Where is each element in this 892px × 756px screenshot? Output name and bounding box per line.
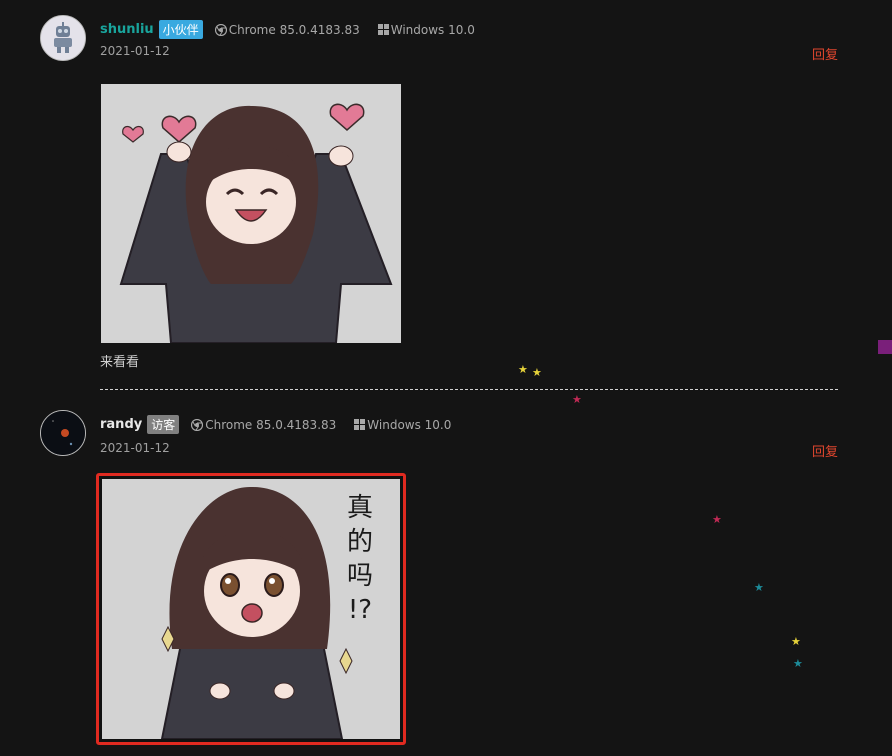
star-particle: ★ bbox=[712, 513, 722, 526]
avatar-randy[interactable] bbox=[40, 410, 86, 456]
reply-button[interactable]: 回复 bbox=[812, 441, 838, 460]
star-particle: ★ bbox=[754, 581, 764, 594]
star-particle: ★ bbox=[518, 363, 528, 376]
sticker-char-3: 吗 bbox=[346, 561, 373, 591]
sticker-char-1: 真 bbox=[346, 493, 373, 523]
author-name[interactable]: shunliu bbox=[100, 22, 154, 37]
comment-date: 2021-01-12 bbox=[100, 441, 170, 455]
browser-label: Chrome 85.0.4183.83 bbox=[228, 22, 360, 37]
os-info: Windows 10.0 bbox=[354, 418, 451, 432]
os-label: Windows 10.0 bbox=[390, 22, 475, 37]
side-tab[interactable] bbox=[878, 340, 892, 354]
star-particle: ★ bbox=[793, 657, 803, 670]
anime-girl-hearts-sticker bbox=[101, 84, 401, 343]
comment-divider bbox=[100, 389, 838, 390]
comment-meta: randy 访客 Chrome 85.0.4183.83 Windows 10.… bbox=[100, 415, 451, 434]
robot-avatar-icon bbox=[41, 16, 85, 60]
avatar-shunliu[interactable] bbox=[40, 15, 86, 61]
comment-text: 来看看 bbox=[100, 355, 140, 370]
browser-info: Chrome 85.0.4183.83 bbox=[214, 22, 360, 37]
star-particle: ★ bbox=[791, 635, 801, 648]
star-particle: ★ bbox=[532, 366, 542, 379]
author-name[interactable]: randy bbox=[100, 417, 142, 432]
browser-info: Chrome 85.0.4183.83 bbox=[191, 418, 336, 432]
sticker-char-2: 的 bbox=[346, 527, 373, 557]
reply-button[interactable]: 回复 bbox=[812, 44, 838, 63]
comment-sticker-image-highlighted[interactable]: 真 的 吗 !? bbox=[96, 473, 406, 745]
chrome-icon bbox=[191, 418, 204, 431]
os-info: Windows 10.0 bbox=[377, 22, 475, 37]
star-particle: ★ bbox=[572, 393, 582, 406]
comment-meta: shunliu 小伙伴 Chrome 85.0.4183.83 Windows … bbox=[100, 20, 475, 39]
comment-sticker-image bbox=[101, 84, 401, 343]
space-planet-avatar-icon bbox=[41, 411, 85, 455]
comment-2: randy 访客 Chrome 85.0.4183.83 Windows 10.… bbox=[40, 410, 838, 756]
role-badge: 小伙伴 bbox=[158, 20, 203, 39]
os-label: Windows 10.0 bbox=[367, 417, 452, 432]
windows-icon bbox=[377, 24, 389, 35]
comment-date: 2021-01-12 bbox=[100, 44, 170, 58]
role-badge: 访客 bbox=[147, 415, 180, 434]
browser-label: Chrome 85.0.4183.83 bbox=[205, 417, 337, 432]
windows-icon bbox=[354, 419, 366, 430]
comment-1: shunliu 小伙伴 Chrome 85.0.4183.83 Windows … bbox=[40, 15, 838, 375]
sticker-char-4: !? bbox=[347, 595, 373, 625]
chrome-icon bbox=[214, 23, 227, 36]
sticker-caption: 真 的 吗 !? bbox=[340, 491, 380, 627]
